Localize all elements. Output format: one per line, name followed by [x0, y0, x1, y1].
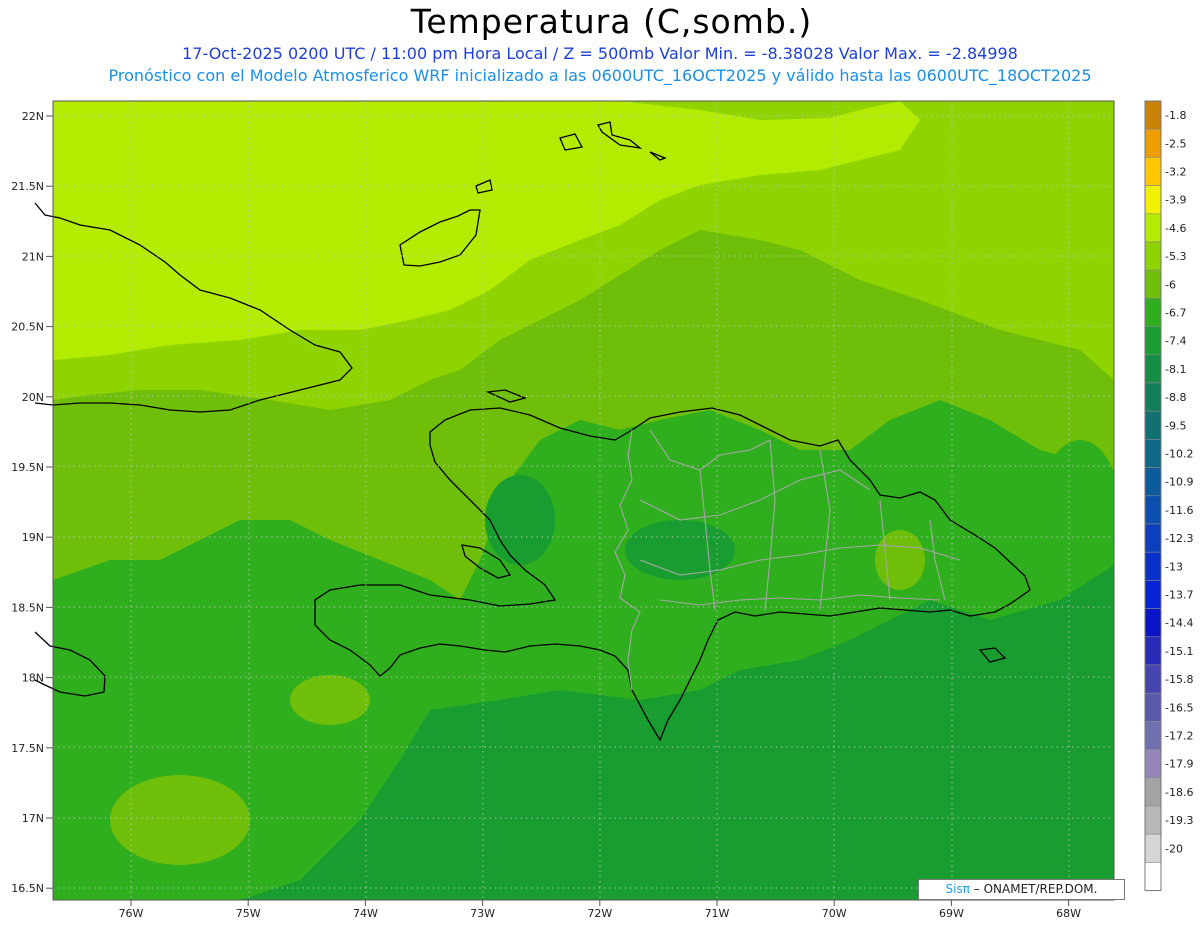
legend-label: -13: [1165, 560, 1183, 573]
color-legend: -1.8 -2.5 -3.2 -3.9 -4.6 -5.3 -6 -6.7 -7.4 -8.1 -8…: [1144, 100, 1193, 892]
field-patch: [1040, 440, 1114, 580]
legend-label: -7.4: [1165, 335, 1186, 348]
lon-tick-label: 68W: [1056, 907, 1081, 920]
legend-label: -18.6: [1165, 786, 1193, 799]
legend-swatch: [1144, 721, 1162, 750]
lat-tick-label: 18.5N: [11, 601, 44, 614]
lat-tick-label: 17.5N: [11, 742, 44, 755]
longitude-axis: 76W 75W 74W 73W 72W 71W 70W 69W 68W: [119, 900, 1081, 920]
lon-tick-label: 75W: [236, 907, 261, 920]
legend-label: -17.2: [1165, 730, 1193, 743]
legend-swatch: [1144, 580, 1162, 609]
legend-label: -19.3: [1165, 814, 1193, 827]
legend-swatch: [1144, 157, 1162, 186]
legend-label: -6.7: [1165, 307, 1186, 320]
legend-label: -8.1: [1165, 363, 1186, 376]
lon-tick-label: 73W: [470, 907, 495, 920]
organization-text: – ONAMET/REP.DOM.: [969, 882, 1098, 896]
legend-swatch: [1144, 777, 1162, 807]
legend-swatch: [1144, 382, 1162, 412]
legend-swatch: [1144, 862, 1162, 891]
legend-swatch: [1144, 749, 1162, 779]
lon-tick-label: 76W: [119, 907, 144, 920]
legend-swatch: [1144, 128, 1162, 158]
lon-tick-label: 71W: [705, 907, 730, 920]
lat-tick-label: 18N: [22, 672, 44, 685]
legend-label: -8.8: [1165, 391, 1186, 404]
lat-tick-label: 21N: [22, 250, 44, 263]
legend-swatch: [1144, 213, 1162, 243]
legend-label: -3.2: [1165, 166, 1186, 179]
lat-tick-label: 17N: [22, 812, 44, 825]
legend-label: -1.8: [1165, 109, 1186, 122]
field-patch: [875, 530, 925, 590]
lon-tick-label: 74W: [353, 907, 378, 920]
field-patch: [290, 675, 370, 725]
legend-label: -3.9: [1165, 194, 1186, 207]
legend-swatch: [1144, 439, 1162, 468]
legend-swatch: [1144, 608, 1162, 638]
legend-label: -12.3: [1165, 532, 1193, 545]
legend-label: -20: [1165, 842, 1183, 855]
lat-tick-label: 22N: [22, 110, 44, 123]
legend-label: -6: [1165, 278, 1176, 291]
legend-label: -14.4: [1165, 617, 1193, 630]
lat-tick-label: 19.5N: [11, 461, 44, 474]
legend-swatch: [1144, 467, 1162, 497]
legend-label: -13.7: [1165, 589, 1193, 602]
legend-label: -15.1: [1165, 645, 1193, 658]
legend-label: -10.9: [1165, 476, 1193, 489]
legend-swatch: [1144, 523, 1162, 553]
legend-swatch: [1144, 636, 1162, 666]
legend-swatch: [1144, 664, 1162, 694]
legend-label: -5.3: [1165, 250, 1186, 263]
lon-tick-label: 69W: [939, 907, 964, 920]
legend-label: -4.6: [1165, 222, 1186, 235]
legend-swatch: [1144, 100, 1162, 130]
legend-label: -2.5: [1165, 137, 1186, 150]
legend-swatch: [1144, 495, 1162, 525]
credit-badge: Sisπ – ONAMET/REP.DOM.: [918, 879, 1125, 900]
lon-tick-label: 70W: [822, 907, 847, 920]
temperature-map: 22N 21.5N 21N 20.5N 20N 19.5N 19N 18.5N 18N 17.5N…: [11, 100, 1193, 920]
lat-tick-label: 21.5N: [11, 180, 44, 193]
field-patch: [625, 520, 735, 580]
temperature-field: [53, 101, 1114, 900]
legend-label: -11.6: [1165, 504, 1193, 517]
legend-label: -9.5: [1165, 419, 1186, 432]
lon-tick-label: 72W: [587, 907, 612, 920]
legend-swatch: [1144, 269, 1162, 299]
legend-label: -10.2: [1165, 448, 1193, 461]
legend-swatch: [1144, 805, 1162, 835]
legend-swatch: [1144, 410, 1162, 440]
legend-swatch: [1144, 298, 1162, 327]
legend-label: -16.5: [1165, 701, 1193, 714]
legend-label: -15.8: [1165, 673, 1193, 686]
field-patch: [485, 475, 555, 565]
legend-swatch: [1144, 354, 1162, 384]
legend-swatch: [1144, 326, 1162, 356]
legend-swatch: [1144, 692, 1162, 722]
sis-logo-text: Sisπ: [945, 882, 970, 896]
latitude-axis: 22N 21.5N 21N 20.5N 20N 19.5N 19N 18.5N 18N 17.5N…: [11, 110, 53, 895]
legend-swatch: [1144, 185, 1162, 215]
legend-swatch: [1144, 551, 1162, 581]
legend-swatch: [1144, 241, 1162, 271]
legend-label: -17.9: [1165, 758, 1193, 771]
lat-tick-label: 20N: [22, 391, 44, 404]
lat-tick-label: 19N: [22, 531, 44, 544]
lat-tick-label: 16.5N: [11, 882, 44, 895]
lat-tick-label: 20.5N: [11, 321, 44, 334]
legend-swatch: [1144, 833, 1162, 863]
